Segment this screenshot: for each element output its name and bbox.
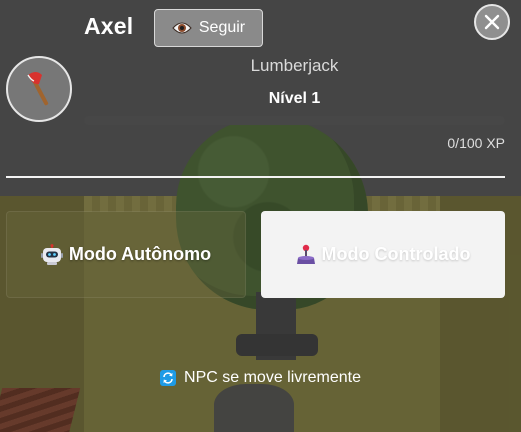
controlled-mode-button[interactable]: Modo Controlado — [261, 211, 505, 298]
eye-icon — [172, 22, 192, 34]
follow-label: Seguir — [198, 19, 246, 36]
autonomous-mode-label: Modo Autônomo — [68, 244, 212, 264]
robot-icon — [40, 243, 63, 265]
section-divider — [6, 176, 505, 178]
movement-status: NPC se move livremente — [0, 369, 521, 387]
joystick-icon — [296, 244, 315, 264]
refresh-icon — [160, 370, 177, 386]
close-button[interactable] — [474, 4, 510, 40]
xp-progress-bar — [84, 116, 505, 125]
npc-level: Nível 1 — [268, 90, 321, 107]
close-icon — [484, 14, 500, 30]
xp-text: 0/100 XP — [447, 135, 505, 151]
controlled-mode-label: Modo Controlado — [321, 244, 471, 264]
npc-profession: Lumberjack — [250, 56, 339, 75]
npc-panel: Axel Seguir Lumberjack Nível 1 0/100 XP … — [0, 0, 521, 432]
autonomous-mode-button[interactable]: Modo Autônomo — [6, 211, 246, 298]
axe-icon — [27, 72, 49, 106]
game-viewport: Axel Seguir Lumberjack Nível 1 0/100 XP … — [0, 0, 521, 432]
movement-status-text: NPC se move livremente — [184, 369, 361, 386]
follow-button[interactable]: Seguir — [154, 9, 263, 47]
npc-avatar — [6, 56, 72, 122]
npc-name: Axel — [84, 13, 134, 39]
